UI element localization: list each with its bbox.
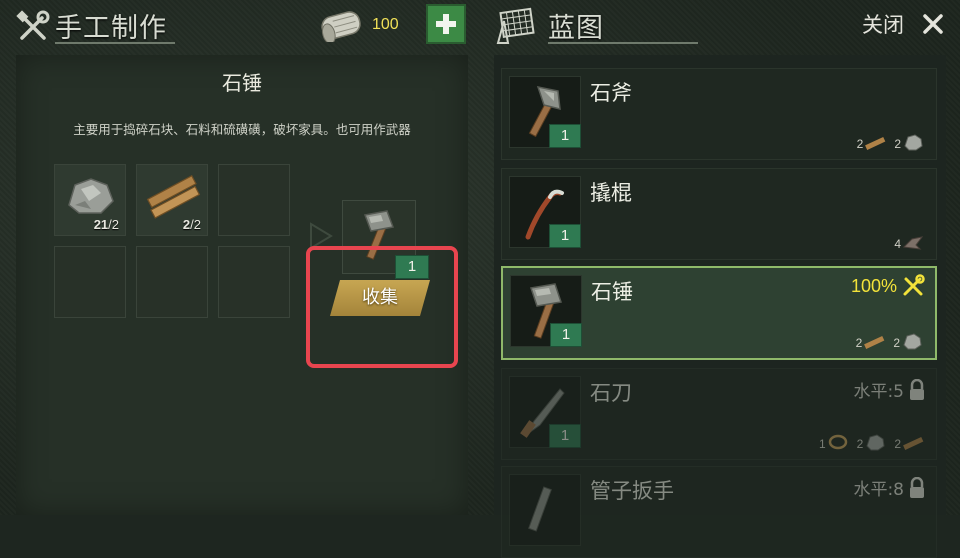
- material-requirement: 2: [857, 135, 887, 151]
- material-requirement: 1: [819, 433, 849, 451]
- stone-icon: [904, 134, 923, 151]
- blueprint-name: 石锤: [591, 280, 633, 304]
- material-requirement: 4: [894, 233, 924, 251]
- blueprint-name: 管子扳手: [590, 479, 674, 503]
- crafting-tools-icon: [903, 274, 925, 296]
- material-requirement: 2: [857, 433, 887, 451]
- blueprint-thumbnail: 1: [509, 176, 581, 248]
- close-button[interactable]: 关闭: [862, 9, 904, 39]
- blueprint-quantity: 1: [549, 424, 581, 448]
- blueprint-item-locked[interactable]: 管子扳手 水平:8: [501, 466, 937, 558]
- required-level: 水平:8: [853, 475, 926, 500]
- add-currency-button[interactable]: [426, 4, 466, 44]
- blueprint-item-selected[interactable]: 1 石锤 100% 2 2: [501, 266, 937, 360]
- ingredient-slot-empty[interactable]: [136, 246, 208, 318]
- plank-icon: [146, 175, 201, 219]
- metal-scrap-icon: [902, 236, 924, 250]
- pipe-wrench-icon: [528, 486, 552, 532]
- plank-icon: [903, 436, 924, 450]
- material-requirement: 2: [893, 332, 923, 350]
- material-list: 4: [894, 233, 924, 251]
- blueprint-thumbnail: 1: [510, 275, 582, 347]
- crafting-tools-icon: [16, 10, 50, 40]
- ingredient-slot-stone[interactable]: 21/2: [54, 164, 126, 236]
- stone-icon: [68, 178, 114, 214]
- lock-icon: [910, 476, 924, 498]
- plank-icon: [865, 136, 886, 150]
- stone-icon: [903, 333, 922, 350]
- blueprint-name: 石刀: [590, 381, 632, 405]
- material-list: 2 2: [856, 332, 923, 350]
- blueprints-title-underline: [548, 42, 698, 44]
- blueprint-quantity: 1: [549, 124, 581, 148]
- plus-icon: [436, 14, 456, 34]
- lock-icon: [910, 378, 924, 400]
- blueprint-thumbnail: [509, 474, 581, 546]
- blueprint-item[interactable]: 1 石斧 2 2: [501, 68, 937, 160]
- highlight-box: [306, 246, 458, 368]
- blueprint-thumbnail: 1: [509, 76, 581, 148]
- blueprint-name: 撬棍: [590, 181, 632, 205]
- plank-icon: [864, 335, 885, 349]
- material-list: 2 2: [857, 133, 924, 151]
- material-requirement: 2: [856, 334, 886, 350]
- blueprint-thumbnail: 1: [509, 376, 581, 448]
- blueprint-item-locked[interactable]: 1 石刀 水平:5 1 2 2: [501, 368, 937, 460]
- crafting-title-underline: [55, 42, 175, 44]
- ingredient-slot-empty[interactable]: [218, 246, 290, 318]
- ingredient-slot-empty[interactable]: [54, 246, 126, 318]
- close-icon[interactable]: [921, 12, 945, 36]
- blueprint-name: 石斧: [590, 81, 632, 105]
- rope-icon: [828, 434, 847, 450]
- material-requirement: 2: [894, 133, 924, 151]
- material-requirement: 2: [894, 435, 924, 451]
- material-list: 1 2 2: [819, 433, 924, 451]
- ingredient-count: 21/2: [93, 217, 119, 232]
- selected-item-description: 主要用于捣碎石块、石料和硫磺磺，破坏家具。也可用作武器: [73, 122, 411, 137]
- crafting-title: 手工制作: [55, 13, 167, 44]
- blueprints-title: 蓝图: [548, 13, 604, 44]
- blueprint-quantity: 1: [550, 323, 582, 347]
- stone-icon: [866, 434, 885, 451]
- ingredient-slot-plank[interactable]: 2/2: [136, 164, 208, 236]
- blueprint-item[interactable]: 1 撬棍 4: [501, 168, 937, 260]
- selected-item-name: 石锤: [222, 71, 262, 95]
- blueprint-icon: [496, 7, 535, 44]
- ingredient-slot-empty[interactable]: [218, 164, 290, 236]
- required-level: 水平:5: [853, 377, 926, 402]
- ingredient-count: 2/2: [182, 217, 201, 232]
- banknote-roll-icon: [321, 11, 361, 42]
- craft-progress-status: 100%: [851, 274, 925, 298]
- blueprint-quantity: 1: [549, 224, 581, 248]
- currency-amount: 100: [372, 16, 399, 33]
